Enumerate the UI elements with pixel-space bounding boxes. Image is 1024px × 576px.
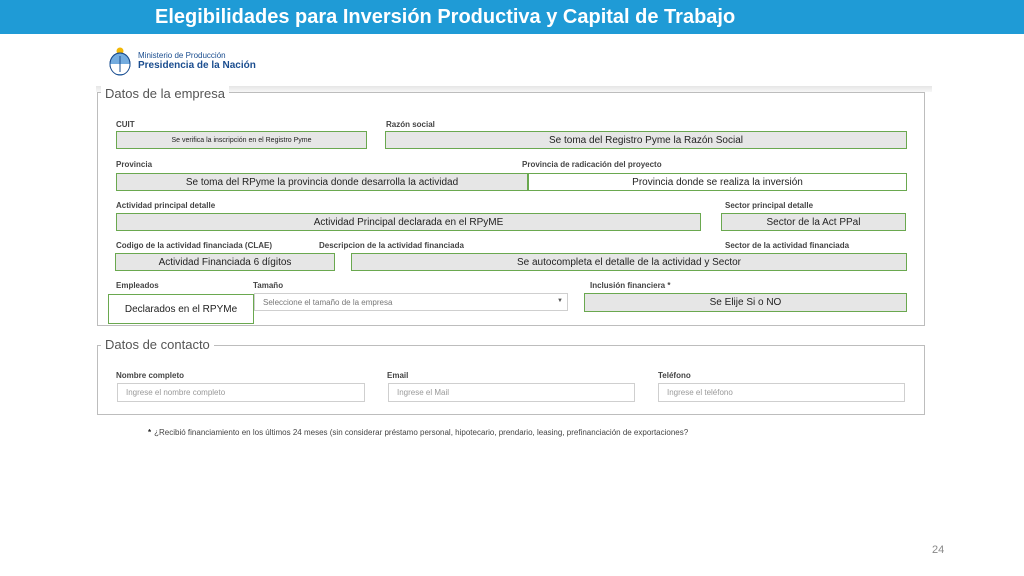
codigo-clae-label: Codigo de la actividad financiada (CLAE) — [116, 241, 273, 250]
required-marker: * — [148, 428, 152, 437]
sector-principal-field-note[interactable]: Sector de la Act PPal — [721, 213, 906, 231]
chevron-down-icon: ▼ — [557, 298, 563, 304]
logo-ministry-text: Ministerio de Producción — [138, 51, 226, 60]
telefono-label: Teléfono — [658, 371, 691, 380]
slide-title: Elegibilidades para Inversión Productiva… — [155, 6, 736, 28]
inclusion-financiera-label: Inclusión financiera * — [590, 281, 671, 290]
provincia-field-note[interactable]: Se toma del RPyme la provincia donde des… — [116, 173, 528, 191]
tamano-select-value: Seleccione el tamaño de la empresa — [263, 297, 393, 307]
actividad-principal-field-note[interactable]: Actividad Principal declarada en el RPyM… — [116, 213, 701, 231]
razon-social-field-note[interactable]: Se toma del Registro Pyme la Razón Socia… — [385, 131, 907, 149]
inclusion-financiera-field-note[interactable]: Se Elije Si o NO — [584, 293, 907, 312]
financing-question: * ¿Recibió financiamiento en los últimos … — [148, 428, 688, 437]
page-number: 24 — [932, 544, 945, 556]
provincia-radicacion-field-note[interactable]: Provincia donde se realiza la inversión — [528, 173, 907, 191]
contact-data-panel — [97, 345, 925, 415]
provincia-label: Provincia — [116, 160, 153, 169]
argentina-seal-icon — [109, 47, 131, 76]
ministry-logo: Ministerio de Producción Presidencia de … — [108, 44, 288, 78]
actividad-principal-label: Actividad principal detalle — [116, 201, 216, 210]
email-input[interactable]: Ingrese el Mail — [388, 383, 635, 402]
empleados-field-note[interactable]: Declarados en el RPYMe — [108, 294, 254, 324]
cuit-label: CUIT — [116, 120, 135, 129]
provincia-radicacion-label: Provincia de radicación del proyecto — [522, 160, 662, 169]
empleados-label: Empleados — [116, 281, 159, 290]
telefono-input[interactable]: Ingrese el teléfono — [658, 383, 905, 402]
tamano-select[interactable]: Seleccione el tamaño de la empresa ▼ — [254, 293, 568, 311]
descripcion-field-note[interactable]: Se autocompleta el detalle de la activid… — [351, 253, 907, 271]
contact-panel-legend: Datos de contacto — [101, 337, 214, 352]
nombre-input[interactable]: Ingrese el nombre completo — [117, 383, 365, 402]
sector-principal-label: Sector principal detalle — [725, 201, 814, 210]
logo-presidency-text: Presidencia de la Nación — [138, 60, 256, 71]
nombre-label: Nombre completo — [116, 371, 185, 380]
descripcion-actividad-label: Descripcion de la actividad financiada — [319, 241, 464, 250]
financing-question-text: ¿Recibió financiamiento en los últimos 2… — [154, 428, 689, 437]
company-panel-legend: Datos de la empresa — [101, 86, 229, 101]
sector-actividad-label: Sector de la actividad financiada — [725, 241, 850, 250]
email-label: Email — [387, 371, 409, 380]
tamano-label: Tamaño — [253, 281, 284, 290]
cuit-field-note[interactable]: Se verifica la inscripción en el Registr… — [116, 131, 367, 149]
title-bar: Elegibilidades para Inversión Productiva… — [0, 0, 1024, 34]
razon-social-label: Razón social — [386, 120, 435, 129]
codigo-clae-field-note[interactable]: Actividad Financiada 6 dígitos — [115, 253, 335, 271]
